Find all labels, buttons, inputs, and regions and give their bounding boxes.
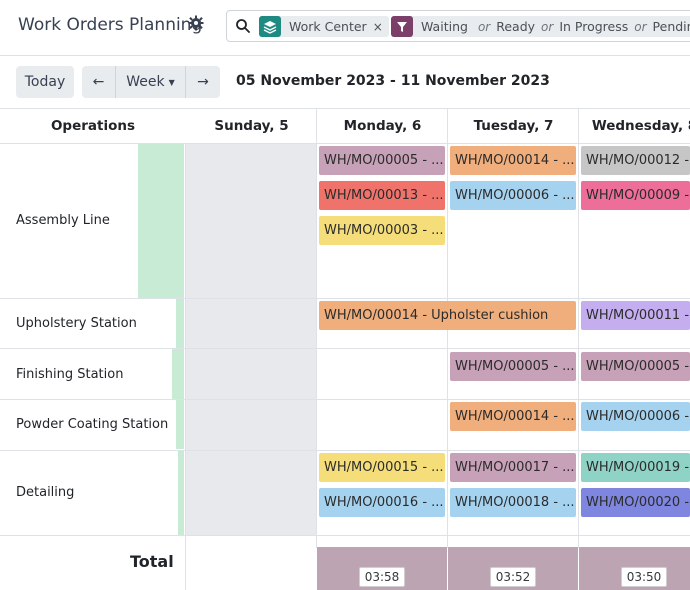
weekend-column	[186, 144, 317, 536]
row-divider	[0, 399, 690, 400]
work-order-pill[interactable]: WH/MO/00016 - ...	[319, 488, 445, 517]
row-progress	[176, 299, 184, 348]
operations-header: Operations	[50, 118, 136, 134]
work-order-pill[interactable]: WH/MO/00018 - ...	[450, 488, 576, 517]
work-order-pill[interactable]: WH/MO/00019 - ...	[581, 453, 690, 482]
work-order-pill[interactable]: WH/MO/00013 - ...	[319, 181, 445, 210]
date-range: 05 November 2023 - 11 November 2023	[236, 73, 550, 89]
total-duration: 03:58	[359, 567, 405, 587]
work-order-pill[interactable]: WH/MO/00014 - Upholster cushion	[319, 301, 576, 330]
work-order-pill[interactable]: WH/MO/00012 - ...	[581, 146, 690, 175]
work-order-pill[interactable]: WH/MO/00005 - ...	[450, 352, 576, 381]
row-progress	[138, 144, 184, 298]
row-progress	[172, 349, 184, 399]
scale-label: Week	[126, 74, 165, 90]
day-header: Tuesday, 7	[473, 118, 554, 134]
work-order-pill[interactable]: WH/MO/00017 - ...	[450, 453, 576, 482]
row-progress	[176, 400, 184, 449]
or-separator: or	[634, 19, 647, 34]
top-bar: Work Orders Planning Work Center × Waiti…	[0, 0, 690, 56]
arrow-left-icon: ←	[92, 74, 105, 90]
previous-button[interactable]: ←	[82, 66, 116, 98]
period-navigation: ← Week ▼ →	[82, 66, 220, 98]
facet-label: Work Center	[289, 19, 367, 34]
work-order-pill[interactable]: WH/MO/00020 - ...	[581, 488, 690, 517]
row-label-detailing[interactable]: Detailing	[16, 485, 74, 500]
row-divider	[0, 298, 690, 299]
next-button[interactable]: →	[186, 66, 220, 98]
row-label-assembly-line[interactable]: Assembly Line	[16, 213, 110, 228]
grid-line	[578, 108, 579, 548]
gantt-header: Operations Sunday, 5 Monday, 6 Tuesday, …	[0, 108, 690, 144]
or-separator: or	[477, 19, 491, 34]
row-label-upholstery-station[interactable]: Upholstery Station	[16, 316, 137, 331]
or-separator: or	[541, 19, 554, 34]
work-order-pill[interactable]: WH/MO/00011 - ...	[581, 301, 690, 330]
row-divider	[0, 450, 690, 451]
work-order-pill[interactable]: WH/MO/00015 - ...	[319, 453, 445, 482]
layers-icon	[259, 16, 281, 37]
day-header: Monday, 6	[343, 118, 422, 134]
work-order-pill[interactable]: WH/MO/00003 - ...	[319, 216, 445, 245]
row-progress	[178, 451, 184, 535]
close-icon[interactable]: ×	[373, 20, 389, 34]
caret-down-icon: ▼	[168, 77, 175, 87]
grid-line	[316, 108, 317, 548]
row-divider	[0, 348, 690, 349]
row-label-powder-coating-station[interactable]: Powder Coating Station	[16, 417, 168, 432]
row-label-finishing-station[interactable]: Finishing Station	[16, 367, 123, 382]
gear-icon[interactable]	[188, 15, 204, 31]
grid-line	[185, 144, 186, 590]
search-icon	[235, 18, 251, 34]
today-button[interactable]: Today	[16, 66, 74, 98]
filter-value: Pending	[652, 19, 690, 34]
work-order-pill[interactable]: WH/MO/00014 - ...	[450, 402, 576, 431]
search-input[interactable]: Work Center × Waiting or Ready or In Pro…	[226, 10, 690, 42]
arrow-right-icon: →	[197, 74, 209, 90]
work-order-pill[interactable]: WH/MO/00014 - ...	[450, 146, 576, 175]
total-duration: 03:50	[621, 567, 667, 587]
work-order-pill[interactable]: WH/MO/00005 - ...	[581, 352, 690, 381]
work-order-pill[interactable]: WH/MO/00006 - ...	[581, 402, 690, 431]
work-order-pill[interactable]: WH/MO/00006 - ...	[450, 181, 576, 210]
page-title: Work Orders Planning	[18, 15, 203, 35]
work-order-pill[interactable]: WH/MO/00005 - ...	[319, 146, 445, 175]
total-label: Total	[130, 552, 174, 571]
filter-value: In Progress	[559, 19, 629, 34]
facet-status-filter[interactable]: Waiting or Ready or In Progress or Pendi…	[391, 16, 690, 37]
work-order-pill[interactable]: WH/MO/00009 - ...	[581, 181, 690, 210]
filter-value: Waiting	[421, 19, 468, 34]
facet-work-center[interactable]: Work Center ×	[259, 16, 389, 37]
scale-dropdown[interactable]: Week ▼	[116, 66, 186, 98]
day-header: Sunday, 5	[214, 118, 289, 134]
total-duration: 03:52	[490, 567, 536, 587]
day-header: Wednesday, 8	[591, 118, 690, 134]
row-divider	[0, 535, 690, 536]
filter-value: Ready	[496, 19, 536, 34]
filter-icon	[391, 16, 413, 37]
